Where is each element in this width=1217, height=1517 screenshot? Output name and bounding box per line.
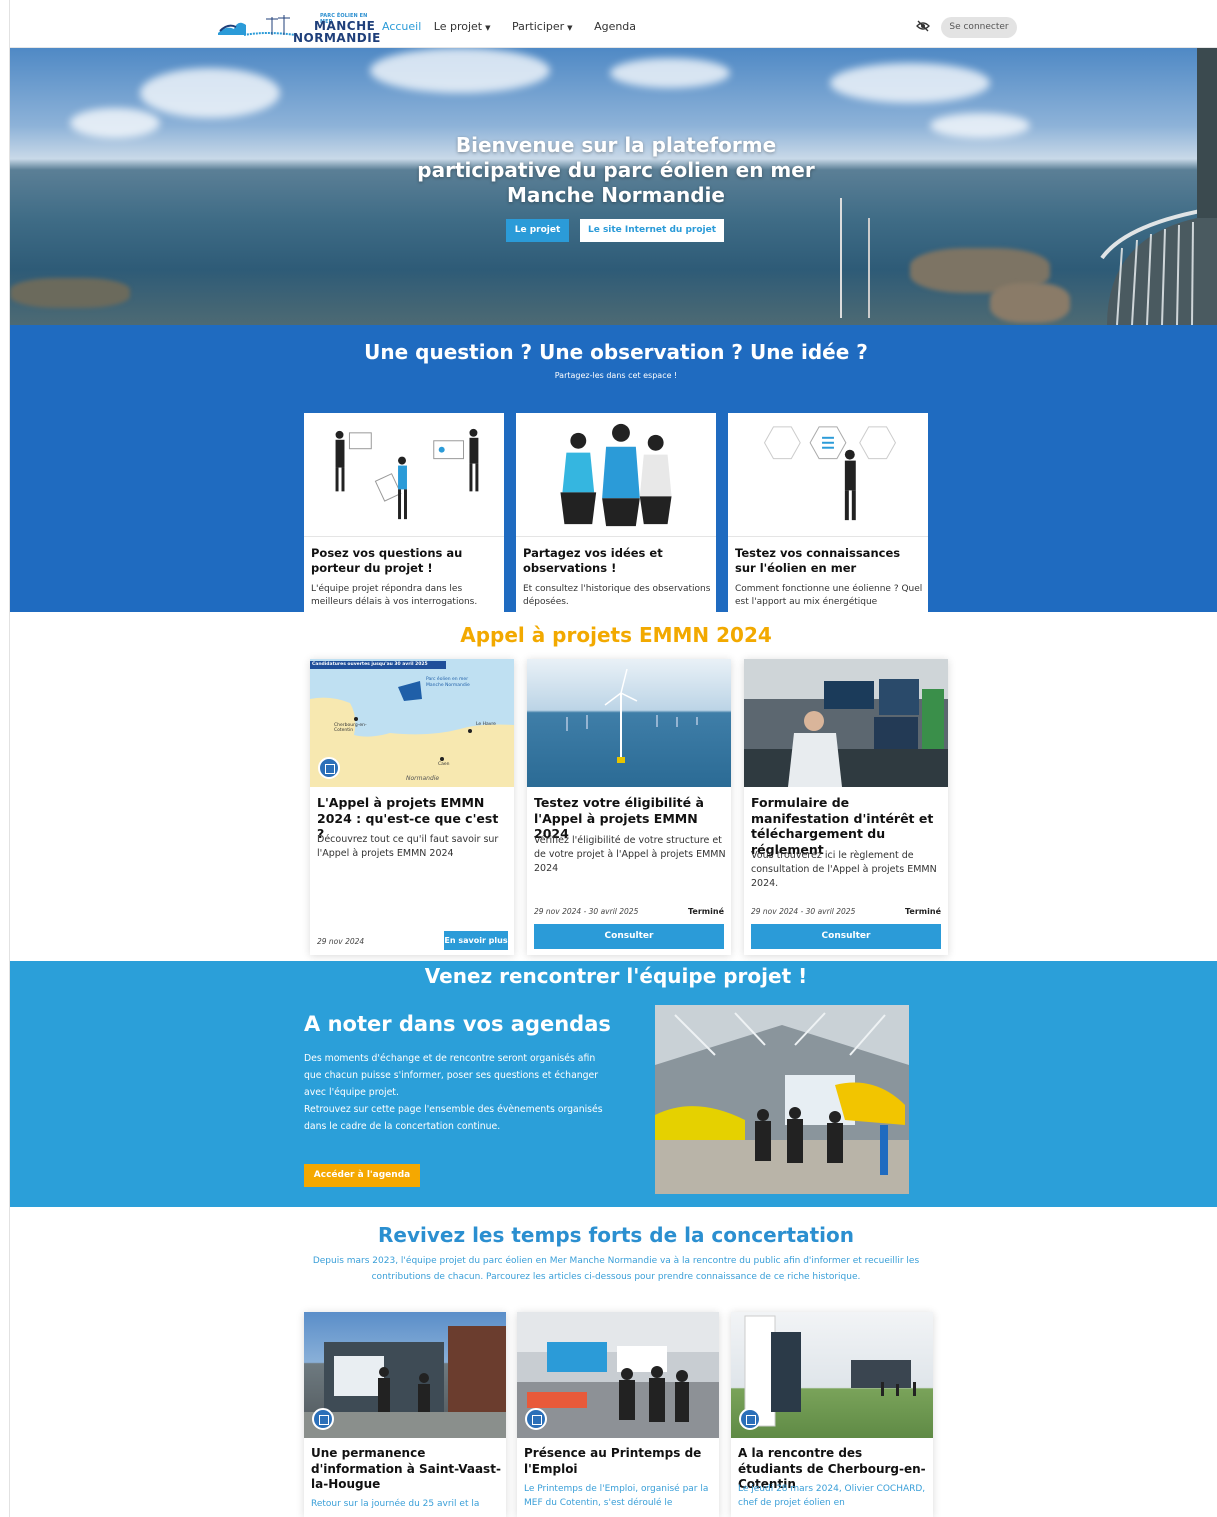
article-card-etudiants-text: Le jeudi 28 mars 2024, Olivier COCHARD, …	[738, 1484, 926, 1508]
questions-card-title: Posez vos questions au porteur du projet…	[311, 546, 463, 575]
normandie-map-image: Candidatures ouvertes jusqu'au 30 avril …	[310, 659, 514, 787]
status-badge: Terminé	[688, 907, 724, 916]
highlights-intro: Depuis mars 2023, l'équipe projet du par…	[312, 1256, 920, 1282]
person-reading-options-illustration	[728, 426, 928, 537]
university-campus-image	[731, 1312, 933, 1438]
nav-le-projet-label: Le projet	[433, 20, 483, 33]
questions-card-text: L'équipe projet répondra dans les meille…	[311, 584, 478, 607]
agenda-heading: A noter dans vos agendas	[304, 1012, 611, 1036]
consulter-button[interactable]: Consulter	[534, 924, 724, 949]
logo-normandie: NORMANDIE	[293, 31, 381, 45]
appel-section-title: Appel à projets EMMN 2024	[460, 623, 772, 647]
ideas-card-text: Et consultez l'historique des observatio…	[523, 584, 711, 607]
map-label-park: Parc éolien en mer Manche Normandie	[426, 677, 470, 688]
article-card-printemps[interactable]: Présence au Printemps de l'Emploi Le Pri…	[517, 1312, 719, 1517]
document-icon	[739, 1408, 761, 1430]
highlights-section-title: Revivez les temps forts de la concertati…	[378, 1223, 854, 1247]
map-label-caen: Caen	[438, 762, 450, 767]
job-fair-image	[517, 1312, 719, 1438]
article-card-printemps-title: Présence au Printemps de l'Emploi	[524, 1446, 702, 1476]
project-website-button[interactable]: Le site Internet du projet	[580, 219, 724, 242]
site-logo[interactable]: PARC ÉOLIEN EN MER MANCHE NORMANDIE	[216, 9, 381, 45]
top-navbar: PARC ÉOLIEN EN MER MANCHE NORMANDIE Accu…	[10, 0, 1217, 48]
quiz-card-text: Comment fonctionne une éolienne ? Quel e…	[735, 584, 923, 607]
group-of-people-illustration	[516, 423, 716, 537]
appel-card-form-title: Formulaire de manifestation d'intérêt et…	[751, 795, 934, 857]
nav-participer-label: Participer	[512, 20, 565, 33]
document-icon	[318, 757, 340, 779]
agenda-section-title: Venez rencontrer l'équipe projet !	[424, 964, 808, 988]
questions-card[interactable]: Posez vos questions au porteur du projet…	[304, 413, 504, 612]
ideas-card-title: Partagez vos idées et observations !	[523, 546, 663, 575]
map-banner: Candidatures ouvertes jusqu'au 30 avril …	[312, 662, 428, 667]
chevron-down-icon: ▼	[485, 24, 491, 32]
quiz-card[interactable]: Testez vos connaissances sur l'éolien en…	[728, 413, 928, 612]
hero-title-text: Bienvenue sur la plateforme participativ…	[417, 133, 815, 207]
article-card-printemps-text: Le Printemps de l'Emploi, organisé par l…	[524, 1484, 709, 1508]
main-menu: Accueil Le projet ▼ Participer ▼ Agenda	[382, 20, 645, 33]
appel-card-intro[interactable]: Candidatures ouvertes jusqu'au 30 avril …	[310, 659, 514, 955]
map-label-cherbourg: Cherbourg-en-Cotentin	[334, 723, 367, 733]
agenda-paragraph-1: Des moments d'échange et de rencontre se…	[304, 1053, 599, 1098]
appel-card-intro-text: Découvrez tout ce qu'il faut savoir sur …	[317, 834, 499, 859]
agenda-description: Des moments d'échange et de rencontre se…	[304, 1050, 604, 1135]
hero-banner: Bienvenue sur la plateforme participativ…	[10, 48, 1217, 325]
article-card-saint-vaast[interactable]: Une permanence d'information à Saint-Vaa…	[304, 1312, 506, 1517]
article-card-saint-vaast-text: Retour sur la journée du 25 avril et la	[311, 1499, 480, 1509]
nav-le-projet[interactable]: Le projet ▼	[434, 20, 500, 33]
login-button[interactable]: Se connecter	[941, 17, 1017, 38]
map-label-region: Normandie	[406, 775, 440, 782]
appel-card-intro-date: 29 nov 2024	[317, 937, 365, 946]
participation-title: Une question ? Une observation ? Une idé…	[364, 340, 868, 364]
le-projet-button[interactable]: Le projet	[506, 219, 569, 242]
information-booth-image	[304, 1312, 506, 1438]
agenda-paragraph-2: Retrouvez sur cette page l'ensemble des …	[304, 1104, 603, 1132]
page: PARC ÉOLIEN EN MER MANCHE NORMANDIE Accu…	[9, 0, 1217, 1517]
document-icon	[525, 1408, 547, 1430]
appel-card-eligibility-text: Vérifiez l'éligibilité de votre structur…	[534, 835, 726, 874]
nav-participer[interactable]: Participer ▼	[512, 20, 582, 33]
en-savoir-plus-button[interactable]: En savoir plus	[444, 931, 508, 950]
hero-title: Bienvenue sur la plateforme participativ…	[10, 133, 1217, 208]
people-pinning-notes-illustration	[304, 428, 504, 537]
status-badge: Terminé	[905, 907, 941, 916]
consulter-button[interactable]: Consulter	[751, 924, 941, 949]
ideas-card[interactable]: Partagez vos idées et observations ! Et …	[516, 413, 716, 612]
eye-slash-icon[interactable]	[916, 20, 930, 32]
appel-card-form-text: Vous trouverez ici le règlement de consu…	[751, 850, 937, 889]
chevron-down-icon: ▼	[567, 24, 573, 32]
participation-subtitle: Partagez-les dans cet espace !	[554, 371, 678, 380]
nav-accueil[interactable]: Accueil	[382, 20, 421, 33]
appel-card-form-date: 29 nov 2024 - 30 avril 2025	[751, 907, 856, 916]
agenda-section: Venez rencontrer l'équipe projet ! A not…	[10, 961, 1217, 1207]
nav-agenda[interactable]: Agenda	[594, 20, 636, 33]
control-room-image	[744, 659, 948, 787]
offshore-turbine-image	[527, 659, 731, 787]
wind-turbine-logo-icon	[218, 15, 296, 36]
quiz-card-title: Testez vos connaissances sur l'éolien en…	[735, 546, 901, 575]
exhibition-hall-image	[655, 1005, 909, 1194]
appel-card-form[interactable]: Formulaire de manifestation d'intérêt et…	[744, 659, 948, 955]
participation-section: Une question ? Une observation ? Une idé…	[10, 325, 1217, 612]
document-icon	[312, 1408, 334, 1430]
article-card-etudiants[interactable]: A la rencontre des étudiants de Cherbour…	[731, 1312, 933, 1517]
appel-card-eligibility-date: 29 nov 2024 - 30 avril 2025	[534, 907, 639, 916]
agenda-button[interactable]: Accéder à l'agenda	[304, 1164, 420, 1187]
appel-card-eligibility[interactable]: Testez votre éligibilité à l'Appel à pro…	[527, 659, 731, 955]
map-label-havre: Le Havre	[476, 722, 496, 727]
article-card-saint-vaast-title: Une permanence d'information à Saint-Vaa…	[311, 1446, 501, 1491]
